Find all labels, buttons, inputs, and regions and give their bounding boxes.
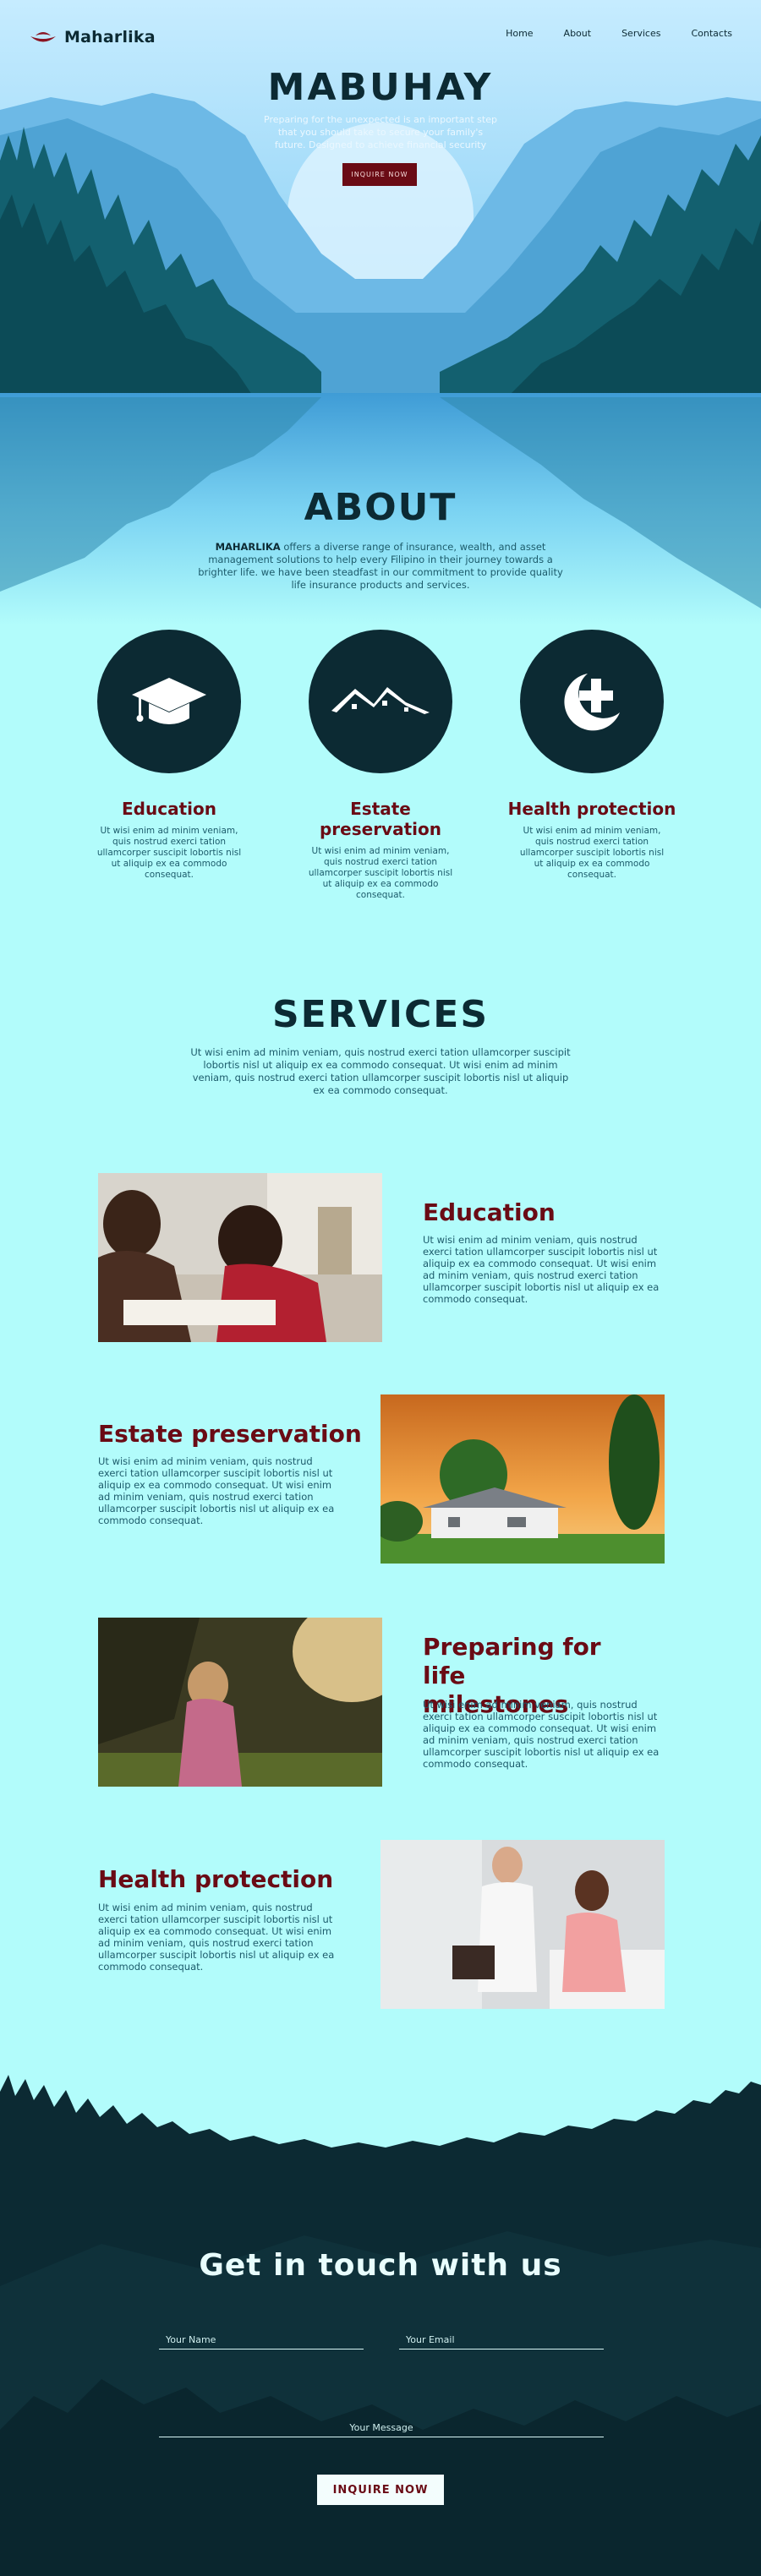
service-text: Ut wisi enim ad minim veniam, quis nostr…: [423, 1699, 660, 1770]
feature-desc: Ut wisi enim ad minim veniam, quis nostr…: [308, 846, 453, 900]
feature-desc: Ut wisi enim ad minim veniam, quis nostr…: [96, 826, 242, 880]
nav-home[interactable]: Home: [506, 28, 533, 39]
nav-services[interactable]: Services: [621, 28, 660, 39]
feature-education: Education Ut wisi enim ad minim veniam, …: [80, 630, 258, 881]
services-title: SERVICES: [271, 993, 490, 1036]
about-title: ABOUT: [304, 486, 457, 529]
service-image-health: [380, 1840, 665, 2009]
service-image-milestones: [98, 1618, 382, 1787]
service-text: Ut wisi enim ad minim veniam, quis nostr…: [423, 1234, 660, 1305]
boat-logo-icon: [30, 32, 56, 42]
brand-logo[interactable]: Maharlika: [29, 28, 156, 46]
graduation-cap-icon: [132, 678, 206, 724]
feature-title: Education: [122, 799, 216, 819]
houses-icon: [331, 687, 430, 714]
hero-inquire-button[interactable]: INQUIRE NOW: [342, 163, 417, 186]
service-image-education: [98, 1173, 382, 1342]
moon-plus-icon: [564, 674, 620, 731]
feature-estate: Estate preservation Ut wisi enim ad mini…: [292, 630, 469, 901]
doctor-patient-image: [380, 1840, 665, 2009]
contact-title: Get in touch with us: [199, 2248, 562, 2283]
feature-title: Health protection: [507, 799, 676, 819]
children-studying-image: [98, 1173, 382, 1342]
feature-icon-circle: [520, 630, 664, 773]
service-text: Ut wisi enim ad minim veniam, quis nostr…: [98, 1455, 335, 1526]
about-brand-word: MAHARLIKA: [215, 541, 281, 553]
service-image-estate: [380, 1394, 665, 1564]
hero-title: MABUHAY: [267, 66, 494, 109]
email-field[interactable]: [399, 2331, 604, 2350]
nav-links: Home About Services Contacts: [475, 28, 732, 39]
services-desc: Ut wisi enim ad minim veniam, quis nostr…: [190, 1046, 571, 1096]
house-sunset-image: [380, 1394, 665, 1564]
feature-health: Health protection Ut wisi enim ad minim …: [503, 630, 681, 881]
feature-icon-circle: [97, 630, 241, 773]
service-title: Education: [423, 1198, 556, 1226]
feature-desc: Ut wisi enim ad minim veniam, quis nostr…: [519, 826, 665, 880]
service-title: Health protection: [98, 1865, 334, 1893]
contact-inquire-button[interactable]: INQUIRE NOW: [317, 2475, 444, 2505]
about-text: MAHARLIKA offers a diverse range of insu…: [194, 541, 567, 592]
girl-in-field-image: [98, 1618, 382, 1787]
hero-subtitle: Preparing for the unexpected is an impor…: [264, 114, 497, 150]
feature-icon-circle: [309, 630, 452, 773]
nav-contacts[interactable]: Contacts: [691, 28, 732, 39]
service-text: Ut wisi enim ad minim veniam, quis nostr…: [98, 1902, 335, 1973]
feature-title: Estate preservation: [319, 799, 441, 839]
top-nav: Maharlika Home About Services Contacts: [0, 0, 761, 71]
nav-about[interactable]: About: [564, 28, 592, 39]
brand-name: Maharlika: [64, 28, 156, 46]
name-field[interactable]: [159, 2331, 364, 2350]
message-field[interactable]: [159, 2419, 604, 2437]
service-title: Estate preservation: [98, 1420, 362, 1448]
